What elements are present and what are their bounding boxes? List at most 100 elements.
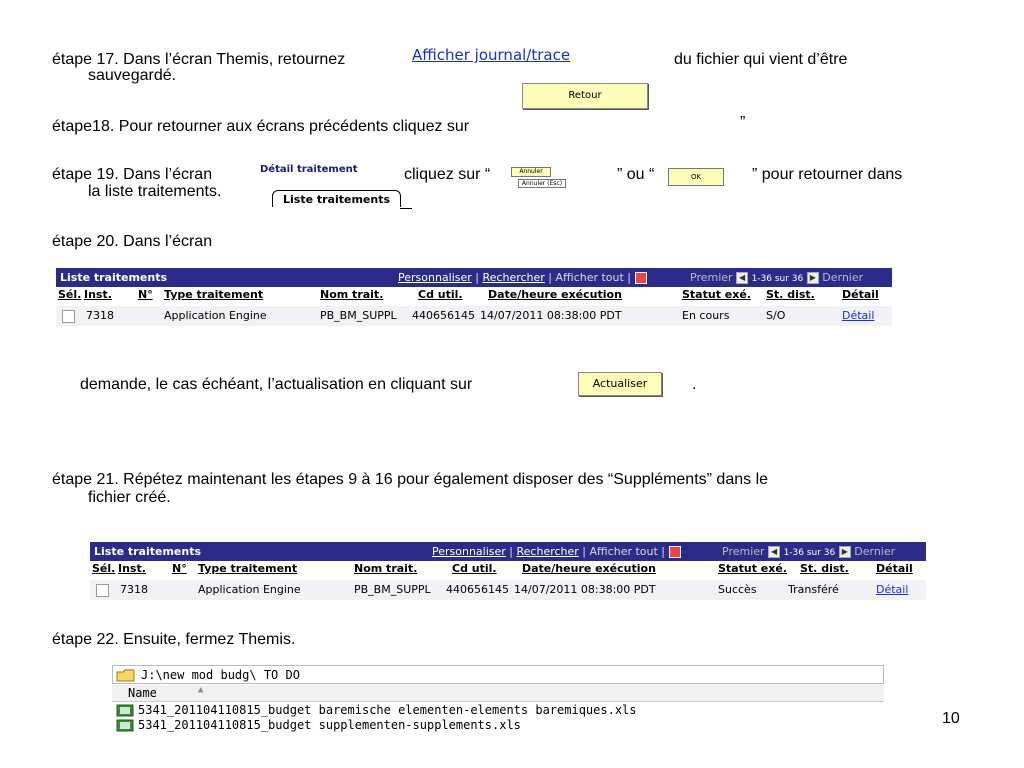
step20-text-cont: demande, le cas échéant, l’actualisation… [80, 376, 473, 393]
step17-text-end: du fichier qui vient d’être [674, 51, 848, 68]
row-cd: 440656145 [446, 583, 509, 596]
premier-text: Premier [722, 545, 765, 558]
step19-or: ” ou “ [617, 166, 655, 183]
row-statut: En cours [682, 309, 730, 322]
row-type: Application Engine [164, 309, 267, 322]
file-name: 5341_201104110815_budget supplementen-su… [138, 718, 521, 732]
col-nom[interactable]: Nom trait. [354, 562, 417, 575]
col-cd[interactable]: Cd util. [452, 562, 497, 575]
col-num[interactable]: N° [172, 562, 187, 575]
row-cd: 440656145 [412, 309, 475, 322]
col-inst[interactable]: Inst. [118, 562, 146, 575]
grid-liste-traitements-2: Liste traitements Personnaliser | Recher… [90, 542, 926, 602]
grid-title: Liste traitements [94, 545, 202, 558]
previous-icon[interactable]: ◀ [736, 272, 749, 284]
tab-baseline [400, 208, 412, 209]
annuler-button[interactable]: Annuler [511, 167, 551, 177]
step19-text-cont: la liste traitements. [88, 183, 222, 200]
row-inst: 7318 [86, 309, 114, 322]
grid-column-headers: Sél. Inst. N° Type traitement Nom trait.… [90, 562, 926, 579]
col-statut[interactable]: Statut exé. [682, 288, 751, 301]
col-dist[interactable]: St. dist. [800, 562, 849, 575]
step19-text-end: ” pour retourner dans [752, 166, 903, 183]
download-icon[interactable] [668, 546, 681, 558]
detail-traitement-title: Détail traitement [260, 164, 358, 175]
grid-liste-traitements-1: Liste traitements Personnaliser | Recher… [56, 268, 892, 328]
row-detail-link[interactable]: Détail [842, 309, 874, 322]
row-checkbox[interactable] [62, 310, 75, 323]
afficher-journal-link[interactable]: Afficher journal/trace [412, 46, 570, 64]
col-dist[interactable]: St. dist. [766, 288, 815, 301]
row-checkbox[interactable] [96, 584, 109, 597]
step19-cliquez: cliquez sur “ [404, 166, 491, 183]
col-statut[interactable]: Statut exé. [718, 562, 787, 575]
row-date: 14/07/2011 08:38:00 PDT [480, 309, 622, 322]
col-type[interactable]: Type traitement [164, 288, 263, 301]
step20-dot: . [692, 376, 697, 393]
row-dist: Transféré [788, 583, 839, 596]
premier-text: Premier [690, 271, 733, 284]
col-num[interactable]: N° [138, 288, 153, 301]
personnaliser-link[interactable]: Personnaliser [432, 545, 506, 558]
step18-text: étape18. Pour retourner aux écrans précé… [52, 118, 470, 135]
step18-quote: ” [740, 114, 746, 131]
row-date: 14/07/2011 08:38:00 PDT [514, 583, 656, 596]
dernier-text: Dernier [822, 271, 864, 284]
step21-text: étape 21. Répétez maintenant les étapes … [52, 471, 769, 488]
list-item[interactable]: 5341_201104110815_budget baremische elem… [112, 703, 884, 718]
row-nom: PB_BM_SUPPL [320, 309, 397, 322]
next-icon[interactable]: ▶ [806, 272, 819, 284]
dernier-text: Dernier [854, 545, 896, 558]
rechercher-link[interactable]: Rechercher [483, 271, 545, 284]
row-inst: 7318 [120, 583, 148, 596]
column-header-bar: Name ▲ [112, 685, 884, 702]
folder-icon [116, 669, 135, 682]
col-date[interactable]: Date/heure exécution [488, 288, 622, 301]
grid-title: Liste traitements [60, 271, 168, 284]
row-statut: Succès [718, 583, 757, 596]
excel-file-icon [116, 719, 134, 732]
actualiser-button[interactable]: Actualiser [578, 372, 662, 396]
file-explorer: J:\new mod budg\ TO DO Name ▲ 5341_20110… [112, 665, 884, 733]
file-name: 5341_201104110815_budget baremische elem… [138, 703, 637, 717]
row-type: Application Engine [198, 583, 301, 596]
address-path: J:\new mod budg\ TO DO [141, 668, 300, 682]
col-sel[interactable]: Sél. [58, 288, 81, 301]
address-bar[interactable]: J:\new mod budg\ TO DO [112, 665, 884, 684]
name-column-header[interactable]: Name [128, 686, 157, 700]
next-icon[interactable]: ▶ [838, 546, 851, 558]
row-nom: PB_BM_SUPPL [354, 583, 431, 596]
range-text: 1-36 sur 36 [751, 274, 804, 284]
table-row: 7318 Application Engine PB_BM_SUPPL 4406… [56, 306, 892, 326]
afficher-tout-text[interactable]: Afficher tout [556, 271, 624, 284]
table-row: 7318 Application Engine PB_BM_SUPPL 4406… [90, 580, 926, 600]
row-detail-link[interactable]: Détail [876, 583, 908, 596]
col-nom[interactable]: Nom trait. [320, 288, 383, 301]
grid-column-headers: Sél. Inst. N° Type traitement Nom trait.… [56, 288, 892, 305]
personnaliser-link[interactable]: Personnaliser [398, 271, 472, 284]
tab-liste-traitements[interactable]: Liste traitements [272, 190, 402, 207]
page-number: 10 [942, 710, 960, 727]
col-cd[interactable]: Cd util. [418, 288, 463, 301]
col-detail[interactable]: Détail [842, 288, 879, 301]
annuler-esc-tooltip: Annuler (Esc) [518, 179, 566, 188]
col-sel[interactable]: Sél. [92, 562, 115, 575]
step21-text-cont: fichier créé. [88, 489, 171, 506]
col-date[interactable]: Date/heure exécution [522, 562, 656, 575]
grid-header: Liste traitements Personnaliser | Recher… [90, 542, 926, 561]
row-dist: S/O [766, 309, 786, 322]
afficher-tout-text[interactable]: Afficher tout [590, 545, 658, 558]
previous-icon[interactable]: ◀ [768, 546, 781, 558]
col-type[interactable]: Type traitement [198, 562, 297, 575]
excel-file-icon [116, 704, 134, 717]
rechercher-link[interactable]: Rechercher [517, 545, 579, 558]
download-icon[interactable] [634, 272, 647, 284]
col-inst[interactable]: Inst. [84, 288, 112, 301]
ok-button[interactable]: OK [668, 168, 724, 186]
grid-header: Liste traitements Personnaliser | Recher… [56, 268, 892, 287]
retour-button[interactable]: Retour [522, 83, 648, 109]
list-item[interactable]: 5341_201104110815_budget supplementen-su… [112, 718, 884, 733]
step22-text: étape 22. Ensuite, fermez Themis. [52, 631, 296, 648]
step20-text: étape 20. Dans l’écran [52, 233, 213, 250]
col-detail[interactable]: Détail [876, 562, 913, 575]
